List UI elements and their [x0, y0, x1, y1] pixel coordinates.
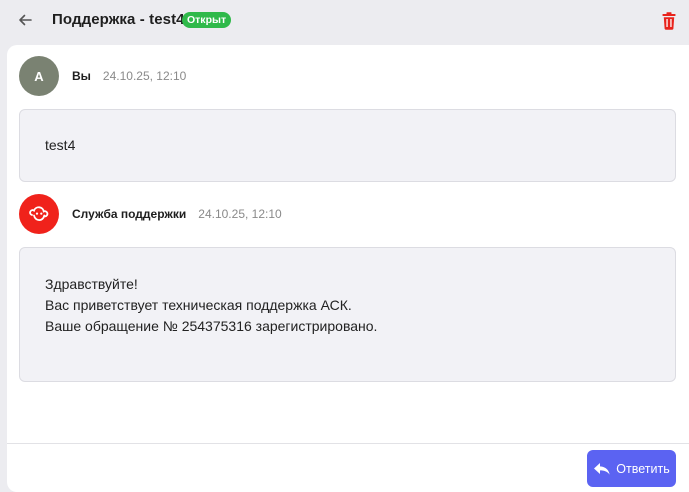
- message-text: Здравствуйте!: [45, 276, 138, 292]
- page-title: Поддержка - test4: [52, 11, 185, 28]
- reply-icon: [594, 462, 610, 475]
- message-author: Служба поддержки: [72, 207, 187, 221]
- trash-icon: [662, 12, 676, 30]
- message-author: Вы: [72, 69, 91, 83]
- header-bar: Поддержка - test4 Открыт: [0, 0, 689, 40]
- avatar: [19, 194, 59, 234]
- conversation-panel: А Вы 24.10.25, 12:10 test4 Служба поддер…: [7, 45, 689, 492]
- message-time: 24.10.25, 12:10: [198, 207, 282, 221]
- back-button[interactable]: [14, 9, 36, 31]
- message-text: Вас приветствует техническая поддержка А…: [45, 297, 352, 313]
- reply-button-label: Ответить: [616, 461, 670, 476]
- support-logo-icon: [29, 206, 49, 222]
- message-text: Ваше обращение № 254375316 зарегистриров…: [45, 318, 378, 334]
- message-header: А Вы 24.10.25, 12:10: [19, 56, 186, 96]
- message-header: Служба поддержки 24.10.25, 12:10: [19, 194, 282, 234]
- message-time: 24.10.25, 12:10: [102, 69, 187, 83]
- delete-button[interactable]: [659, 10, 679, 32]
- message-bubble: Здравствуйте! Вас приветствует техническ…: [19, 247, 676, 382]
- footer-divider: [7, 443, 689, 444]
- message-bubble: test4: [19, 109, 676, 182]
- arrow-left-icon: [19, 14, 32, 26]
- message-text: test4: [45, 137, 76, 153]
- status-badge: Открыт: [182, 12, 232, 28]
- avatar: А: [19, 56, 59, 96]
- reply-button[interactable]: Ответить: [587, 450, 676, 487]
